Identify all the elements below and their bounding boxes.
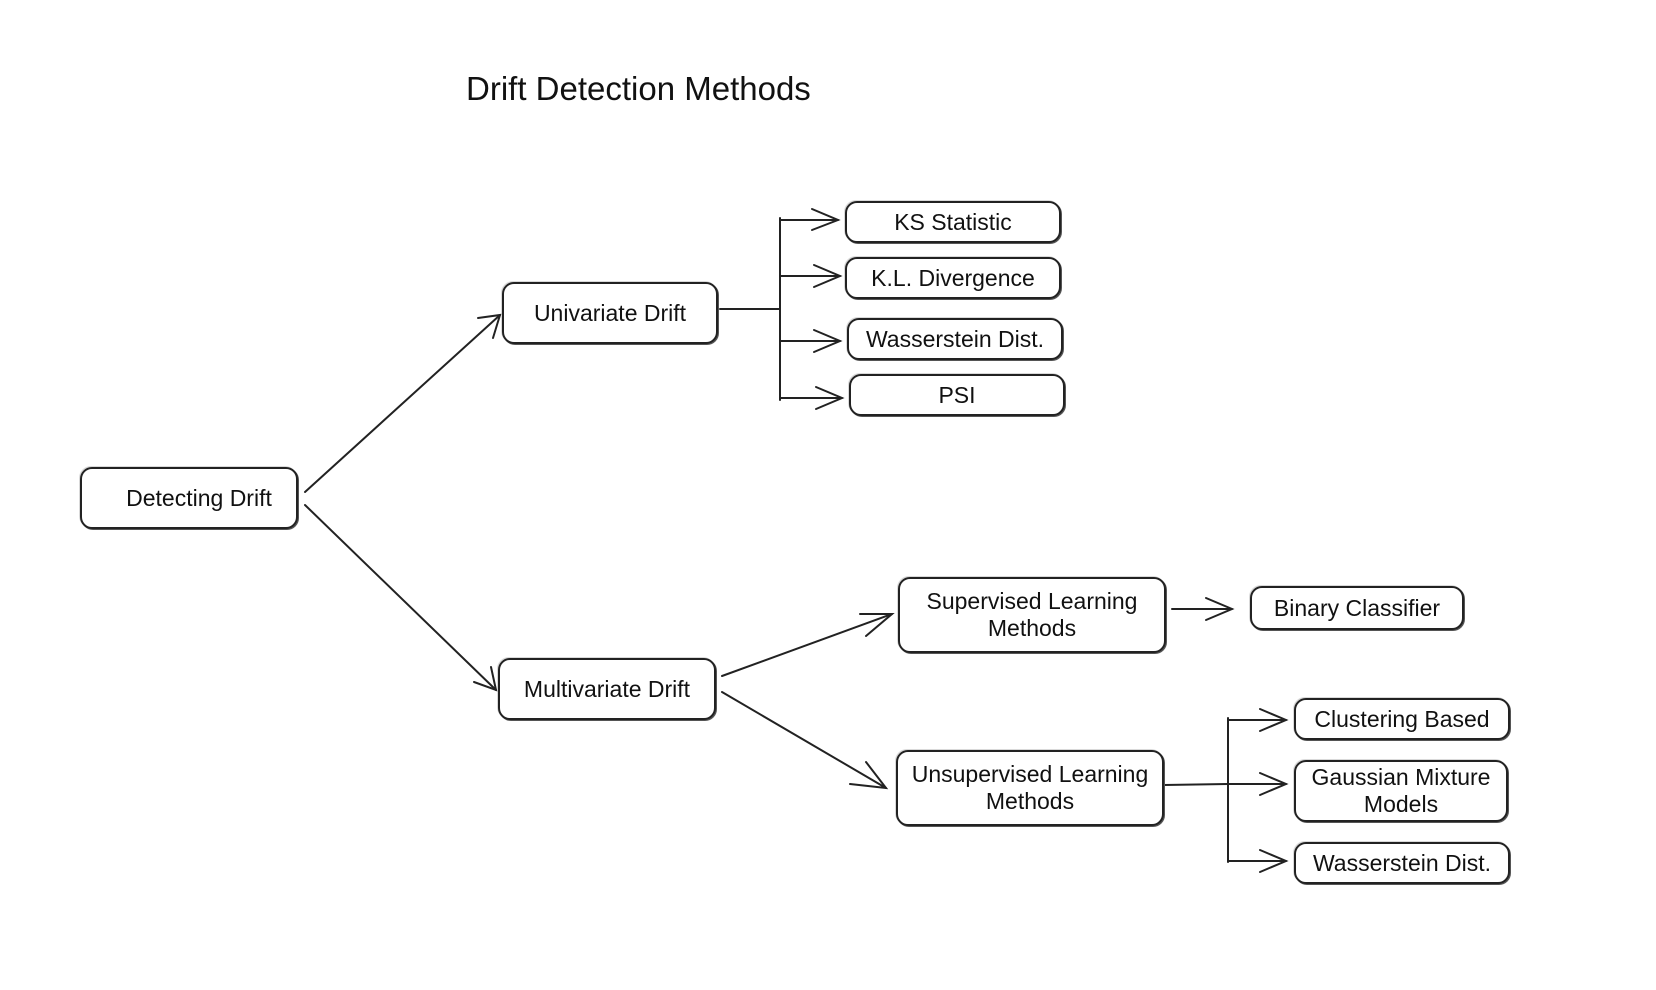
node-ks-statistic[interactable]: KS Statistic — [845, 201, 1061, 243]
node-label: Wasserstein Dist. — [1312, 849, 1492, 876]
node-univariate-drift[interactable]: Univariate Drift — [502, 282, 718, 344]
node-label: KS Statistic — [894, 208, 1012, 235]
edge-multivariate-unsupervised — [721, 691, 887, 789]
node-label: Supervised Learning Methods — [926, 588, 1138, 641]
node-label: Wasserstein Dist. — [865, 325, 1045, 352]
arrowhead-supervised — [859, 613, 895, 637]
node-multivariate-drift[interactable]: Multivariate Drift — [498, 658, 716, 720]
node-gaussian-mixture[interactable]: Gaussian Mixture Models — [1294, 760, 1508, 822]
node-label: Clustering Based — [1314, 705, 1490, 732]
node-label: Detecting Drift — [126, 484, 272, 511]
node-binary-classifier[interactable]: Binary Classifier — [1250, 586, 1464, 630]
node-label: K.L. Divergence — [871, 264, 1035, 291]
node-wasserstein-uni[interactable]: Wasserstein Dist. — [847, 318, 1063, 360]
node-supervised-learning[interactable]: Supervised Learning Methods — [898, 577, 1166, 653]
node-psi[interactable]: PSI — [849, 374, 1065, 416]
node-label: Binary Classifier — [1273, 594, 1441, 621]
node-label: Gaussian Mixture Models — [1311, 764, 1491, 817]
node-label: PSI — [938, 381, 976, 408]
node-detecting-drift[interactable]: Detecting Drift — [80, 467, 298, 529]
edge-unsupervised-trunk — [1163, 783, 1229, 786]
node-label: Unsupervised Learning Methods — [911, 761, 1149, 814]
node-unsupervised-learning[interactable]: Unsupervised Learning Methods — [896, 750, 1164, 826]
edge-root-multivariate — [304, 504, 497, 691]
node-kl-divergence[interactable]: K.L. Divergence — [845, 257, 1061, 299]
node-label: Multivariate Drift — [523, 675, 691, 702]
node-wasserstein-multi[interactable]: Wasserstein Dist. — [1294, 842, 1510, 884]
node-label: Univariate Drift — [533, 299, 687, 326]
edge-root-univariate — [304, 314, 501, 493]
node-clustering-based[interactable]: Clustering Based — [1294, 698, 1510, 740]
edge-multivariate-supervised — [721, 613, 893, 677]
